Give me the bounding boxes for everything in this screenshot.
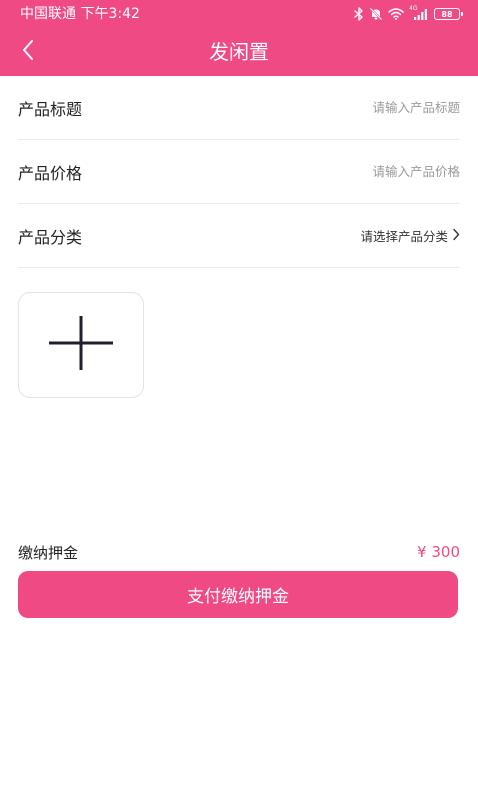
bluetooth-icon: [354, 7, 364, 21]
status-icons: 4G 88: [354, 5, 463, 23]
mute-bell-icon: [369, 7, 383, 21]
wifi-icon: [388, 8, 404, 20]
page-title: 发闲置: [209, 40, 269, 64]
battery-level: 88: [441, 9, 453, 19]
product-category-row: 产品分类 请选择产品分类: [18, 204, 460, 268]
product-price-input[interactable]: [240, 164, 460, 179]
product-category-label: 产品分类: [18, 227, 83, 247]
signal-icon: 4G: [409, 5, 429, 21]
product-price-row: 产品价格: [18, 140, 460, 204]
battery-icon: 88: [434, 8, 463, 20]
chevron-right-icon: [452, 226, 460, 245]
nav-bar: 发闲置: [0, 28, 478, 76]
product-title-label: 产品标题: [18, 99, 83, 119]
product-category-select[interactable]: 请选择产品分类: [360, 226, 460, 245]
deposit-amount: ¥ 300: [417, 543, 460, 561]
pay-deposit-button[interactable]: 支付缴纳押金: [18, 571, 458, 618]
status-carrier-time: 中国联通 下午3:42: [20, 6, 140, 22]
category-select-text: 请选择产品分类: [360, 229, 448, 244]
plus-icon: [47, 314, 115, 374]
product-title-input[interactable]: [240, 100, 460, 115]
add-image-button[interactable]: [18, 292, 144, 398]
product-form: 产品标题 产品价格 产品分类 请选择产品分类: [18, 76, 460, 268]
app-header: 中国联通 下午3:42 4G 88 发闲置: [0, 0, 478, 76]
deposit-label: 缴纳押金: [18, 543, 79, 562]
product-title-row: 产品标题: [18, 76, 460, 140]
deposit-row: 缴纳押金 ¥ 300: [18, 540, 460, 564]
product-price-label: 产品价格: [18, 163, 83, 183]
status-bar: 中国联通 下午3:42 4G 88: [0, 0, 478, 28]
